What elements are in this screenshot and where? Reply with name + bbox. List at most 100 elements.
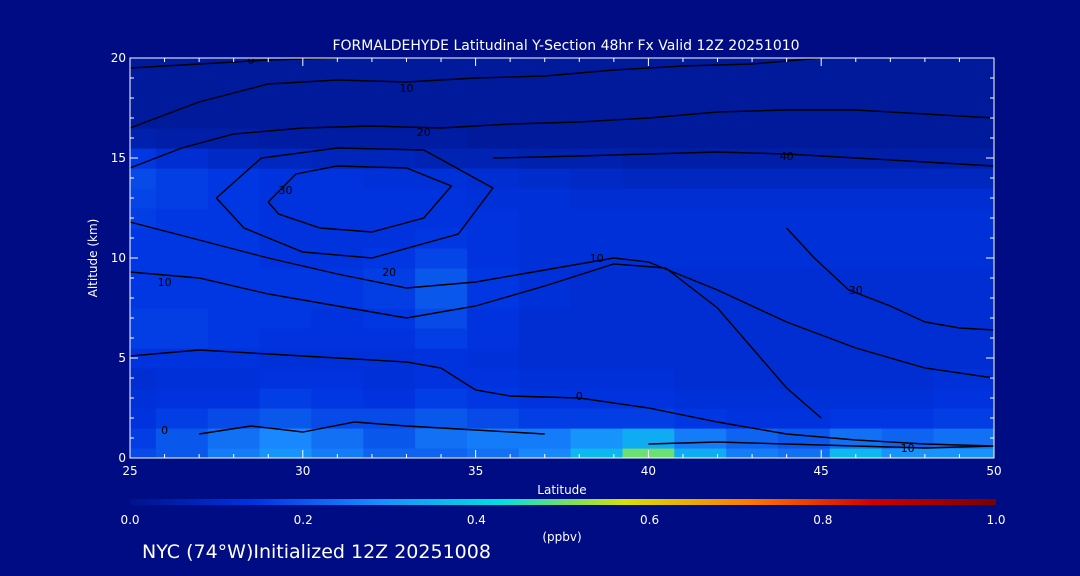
heatmap-cell [518,368,572,389]
heatmap-cell [933,248,978,269]
y-tick-label: 5 [118,351,126,365]
contour-label: 0 [576,390,583,403]
heatmap-cell [415,408,468,429]
heatmap-cell [726,128,779,149]
heatmap-cell [259,308,312,329]
heatmap-cell [829,88,883,109]
x-tick-label: 35 [468,464,483,478]
heatmap-cell [518,88,572,109]
heatmap-cell [415,308,468,329]
heatmap-cell [674,328,727,349]
heatmap-cell [881,148,935,169]
heatmap-cell [726,228,779,249]
heatmap-cell [726,188,779,209]
colorbar-tick-label: 0.6 [640,513,659,527]
heatmap-cell [155,388,209,409]
heatmap-cell [415,148,468,169]
heatmap-cell [155,168,209,189]
heatmap-cell [674,308,727,329]
heatmap-cell [778,188,831,209]
heatmap-cell [207,188,261,209]
heatmap-cell [933,228,978,249]
heatmap-cell [881,128,935,149]
heatmap-cell [570,268,623,289]
heatmap-cell [259,388,312,409]
heatmap-cell [415,388,468,409]
heatmap-cell [207,168,261,189]
heatmap-cell [311,108,364,129]
heatmap-cell [155,368,209,389]
heatmap-cell [518,148,572,169]
chart-svg: FORMALDEHYDE Latitudinal Y-Section 48hr … [86,38,1006,544]
heatmap-cell [622,328,675,349]
heatmap-cell [976,58,994,69]
heatmap-cell [259,268,312,289]
heatmap-cell [933,108,978,129]
heatmap-cell [311,168,364,189]
heatmap-cell [570,128,623,149]
heatmap-cell [155,128,209,149]
heatmap-cell [933,408,978,429]
heatmap-cell [778,268,831,289]
heatmap-cell [155,248,209,269]
heatmap-cell [778,328,831,349]
colorbar [130,499,996,505]
heatmap-cell [976,448,994,458]
heatmap-cell [622,188,675,209]
heatmap-cell [778,368,831,389]
heatmap-cell [363,58,416,69]
contour-label: 10 [400,82,414,95]
heatmap-cell [726,368,779,389]
x-tick-label: 25 [122,464,137,478]
heatmap-field [130,58,994,458]
heatmap-cell [518,228,572,249]
heatmap-cell [155,188,209,209]
footer-init-text: NYC (74°W)Initialized 12Z 20251008 [142,541,491,563]
heatmap-cell [881,58,935,69]
heatmap-cell [622,128,675,149]
colorbar-label: (ppbv) [542,530,581,544]
heatmap-cell [829,128,883,149]
heatmap-cell [881,308,935,329]
heatmap-cell [518,428,572,449]
heatmap-cell [778,448,831,458]
heatmap-cell [259,368,312,389]
heatmap-cell [363,168,416,189]
heatmap-cell [674,188,727,209]
heatmap-cell [570,168,623,189]
heatmap-cell [363,188,416,209]
heatmap-cell [518,308,572,329]
heatmap-cell [674,148,727,169]
heatmap-cell [622,428,675,449]
heatmap-cell [259,288,312,309]
contour-label: 10 [901,442,915,455]
y-tick-label: 20 [111,51,126,65]
chart-title: FORMALDEHYDE Latitudinal Y-Section 48hr … [332,38,799,54]
x-tick-label: 40 [641,464,656,478]
heatmap-cell [311,428,364,449]
heatmap-cell [207,208,261,229]
heatmap-cell [674,248,727,269]
heatmap-cell [881,208,935,229]
heatmap-cell [933,388,978,409]
colorbar-ticks: 0.0 0.2 0.4 0.6 0.8 1.0 [120,513,1005,527]
heatmap-cell [467,368,520,389]
heatmap-cell [363,128,416,149]
heatmap-cell [881,268,935,289]
contour-label: 30 [849,284,863,297]
contour-label: 10 [590,252,604,265]
heatmap-cell [726,68,779,89]
heatmap-cell [207,108,261,129]
x-axis-label: Latitude [537,483,586,497]
colorbar-tick-label: 0.0 [120,513,139,527]
heatmap-cell [415,168,468,189]
heatmap-cell [674,448,727,458]
heatmap-cell [467,328,520,349]
heatmap-cell [778,128,831,149]
heatmap-cell [881,168,935,189]
heatmap-cell [778,228,831,249]
heatmap-cell [570,148,623,169]
heatmap-cell [778,288,831,309]
heatmap-cell [155,88,209,109]
heatmap-cell [207,328,261,349]
